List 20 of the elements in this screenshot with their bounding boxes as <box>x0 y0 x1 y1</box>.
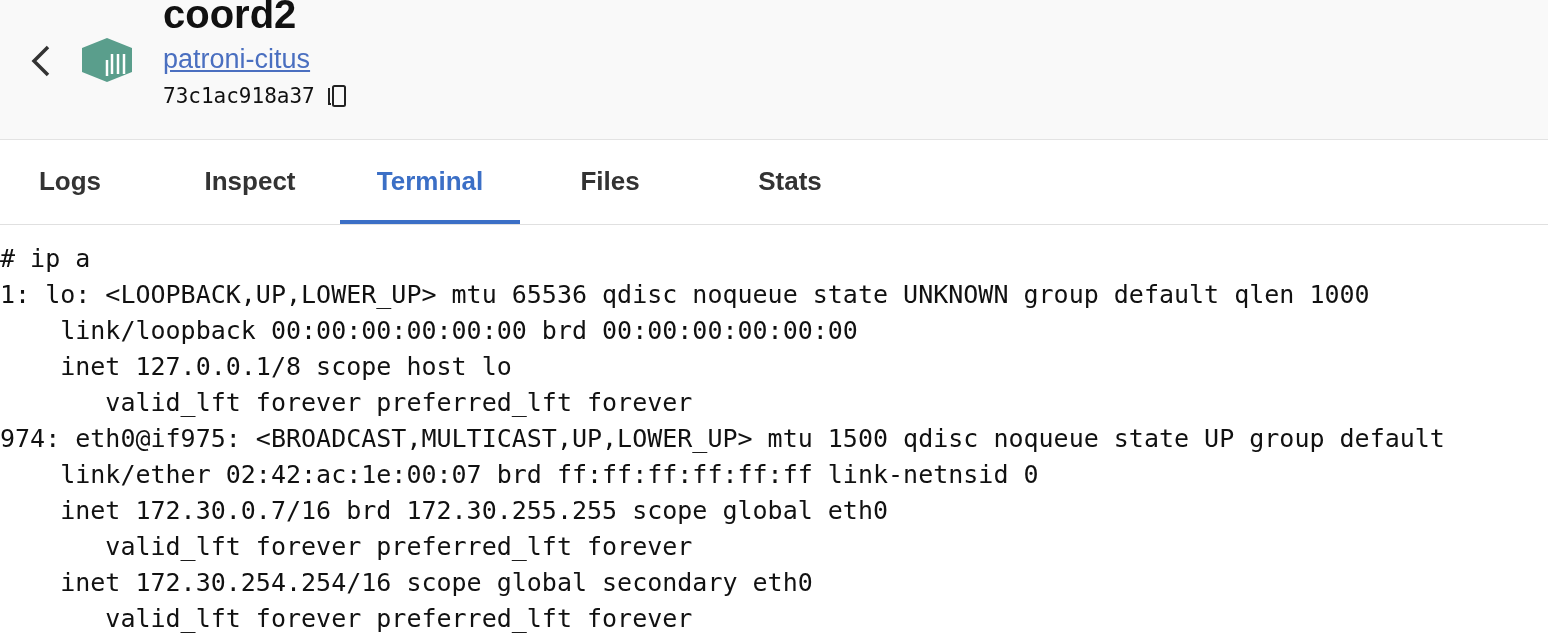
terminal-line: 1: lo: <LOOPBACK,UP,LOWER_UP> mtu 65536 qdisc noqueue state UNKNOWN group default qlen 1000 <box>0 279 1370 311</box>
terminal-line: valid_lft forever preferred_lft forever <box>104 531 693 563</box>
tab[interactable]: Files <box>520 140 700 224</box>
container-id: 73c1ac918a37 <box>163 84 315 108</box>
tab[interactable]: Logs <box>0 140 160 224</box>
terminal-line: valid_lft forever preferred_lft forever <box>104 387 693 419</box>
terminal-line: 974: eth0@if975: <BROADCAST,MULTICAST,UP,LOWER_UP> mtu 1500 qdisc noqueue state UP group default <box>0 423 1445 455</box>
copy-icon[interactable] <box>326 84 347 108</box>
image-link[interactable]: patroni-citus <box>163 42 311 76</box>
tab[interactable]: Inspect <box>160 140 340 224</box>
terminal-line: inet 172.30.254.254/16 scope global secondary eth0 <box>59 567 813 599</box>
terminal-line: link/ether 02:42:ac:1e:00:07 brd ff:ff:ff:ff:ff:ff link-netnsid 0 <box>59 459 1039 491</box>
terminal-line: inet 172.30.0.7/16 brd 172.30.255.255 scope global eth0 <box>59 495 889 527</box>
tab[interactable]: Stats <box>700 140 880 224</box>
tab[interactable]: Terminal <box>340 140 520 224</box>
terminal-line: # ip a <box>0 243 91 275</box>
container-icon <box>82 38 132 82</box>
terminal-line: valid_lft forever preferred_lft forever <box>104 603 693 635</box>
terminal-line: link/loopback 00:00:00:00:00:00 brd 00:00:00:00:00:00 <box>59 315 858 347</box>
terminal-line: inet 127.0.0.1/8 scope host lo <box>59 351 512 383</box>
